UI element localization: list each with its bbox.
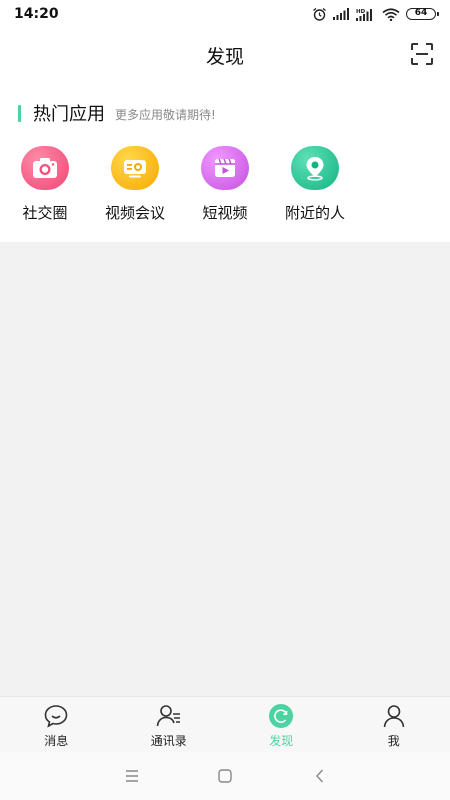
tab-discover[interactable]: 发现	[225, 697, 338, 752]
section-title: 热门应用	[33, 104, 105, 125]
app-label: 视频会议	[104, 204, 165, 222]
bottom-tab-bar: 消息 通讯录 发现 我	[0, 696, 450, 752]
app-moments[interactable]: 社交圈	[0, 146, 90, 223]
section-accent-bar	[18, 104, 21, 122]
hot-apps-section: 热门应用 更多应用敬请期待! 社交圈 视频会议 短视频 附近的人	[0, 80, 450, 242]
app-nearby-people[interactable]: 附近的人	[270, 146, 360, 223]
tab-contacts[interactable]: 通讯录	[113, 697, 226, 752]
system-nav-bar	[0, 752, 450, 800]
app-label: 社交圈	[22, 204, 68, 222]
header: 发现	[0, 28, 450, 80]
chat-bubble-icon	[44, 705, 68, 728]
page-title: 发现	[205, 46, 244, 68]
wifi-icon	[382, 7, 400, 21]
menu-icon	[126, 770, 138, 782]
menu-button[interactable]	[122, 766, 142, 786]
tab-messages[interactable]: 消息	[0, 697, 113, 752]
app-label: 附近的人	[284, 204, 345, 222]
discover-icon	[269, 704, 294, 728]
app-label: 短视频	[202, 204, 248, 222]
section-subtitle: 更多应用敬请期待!	[115, 108, 216, 122]
signal-hd-icon: HD	[356, 8, 372, 21]
app-grid: 社交圈 视频会议 短视频 附近的人	[0, 146, 450, 226]
video-conference-icon	[111, 146, 159, 190]
home-icon	[218, 769, 232, 783]
scan-icon	[411, 43, 433, 65]
battery-indicator: 64	[406, 8, 439, 20]
camera-icon	[21, 146, 69, 190]
back-icon	[316, 769, 324, 783]
signal-icon	[333, 8, 349, 20]
tab-label: 发现	[269, 734, 294, 748]
location-pin-icon	[291, 146, 339, 190]
tab-me[interactable]: 我	[338, 697, 450, 752]
user-icon	[383, 705, 405, 728]
tab-label: 我	[387, 734, 400, 748]
app-short-video[interactable]: 短视频	[180, 146, 270, 223]
section-header: 热门应用 更多应用敬请期待!	[18, 100, 216, 126]
status-icons: HD 64	[312, 7, 439, 21]
tab-label: 通讯录	[150, 734, 187, 748]
tab-label: 消息	[44, 734, 69, 748]
contacts-icon	[156, 705, 180, 727]
short-video-icon	[201, 146, 249, 190]
home-button[interactable]	[215, 766, 235, 786]
alarm-icon	[313, 7, 326, 21]
status-time: 14:20	[14, 6, 59, 22]
app-video-conference[interactable]: 视频会议	[90, 146, 180, 223]
status-bar: 14:20 HD 64	[0, 0, 450, 28]
scan-button[interactable]	[410, 42, 434, 66]
back-button[interactable]	[310, 766, 330, 786]
